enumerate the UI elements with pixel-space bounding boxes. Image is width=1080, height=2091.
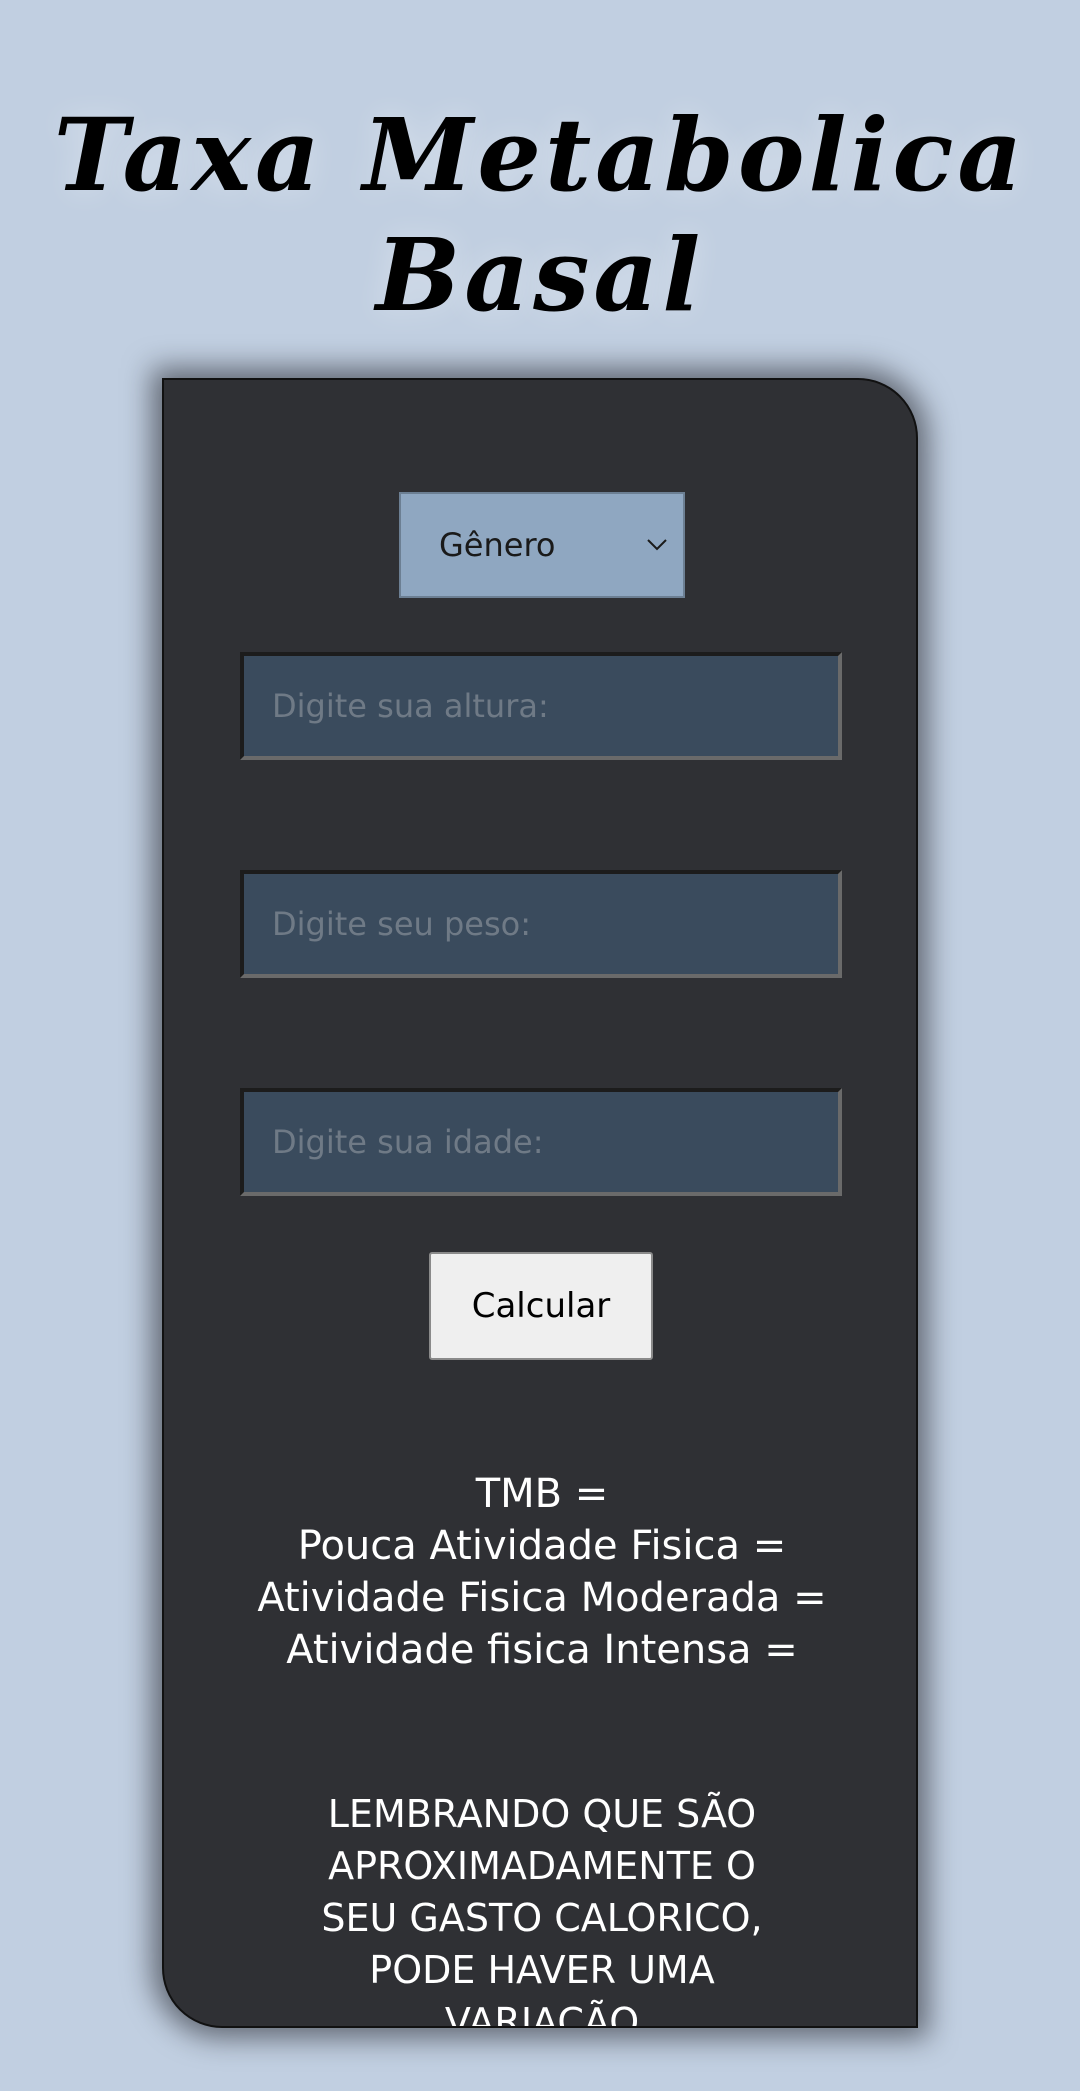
note-line-4: PODE HAVER UMA <box>369 1948 715 1992</box>
height-input[interactable]: Digite sua altura: <box>240 652 842 760</box>
result-intense-activity: Atividade fisica Intensa = <box>286 1627 798 1673</box>
page-title-line-2: Basal <box>375 216 705 334</box>
age-input[interactable]: Digite sua idade: <box>240 1088 842 1196</box>
result-low-activity: Pouca Atividade Fisica = <box>297 1523 787 1569</box>
weight-input-placeholder: Digite seu peso: <box>272 905 531 943</box>
result-tmb: TMB = <box>475 1471 609 1517</box>
calculate-button[interactable]: Calcular <box>429 1252 653 1360</box>
gender-select-value: Gênero <box>439 526 556 564</box>
age-input-placeholder: Digite sua idade: <box>272 1123 544 1161</box>
gender-select[interactable]: Gênero <box>399 492 685 598</box>
note-line-5: VARIAÇÃO <box>444 2000 640 2028</box>
page-title-line-1: Taxa Metabolica <box>53 96 1027 214</box>
weight-input[interactable]: Digite seu peso: <box>240 870 842 978</box>
result-moderate-activity: Atividade Fisica Moderada = <box>257 1575 827 1621</box>
note-line-3: SEU GASTO CALORICO, <box>321 1896 763 1940</box>
page-title: Taxa Metabolica Basal <box>0 95 1080 335</box>
note-line-1: LEMBRANDO QUE SÃO <box>327 1792 757 1836</box>
results-block: TMB = Pouca Atividade Fisica = Atividade… <box>164 1468 916 1676</box>
disclaimer-note: LEMBRANDO QUE SÃO APROXIMADAMENTE O SEU … <box>284 1788 800 2028</box>
note-line-2: APROXIMADAMENTE O <box>328 1844 756 1888</box>
height-input-placeholder: Digite sua altura: <box>272 687 549 725</box>
chevron-down-icon <box>647 539 667 551</box>
calculate-button-label: Calcular <box>471 1286 611 1326</box>
calculator-card: Gênero Digite sua altura: Digite seu pes… <box>162 378 918 2028</box>
